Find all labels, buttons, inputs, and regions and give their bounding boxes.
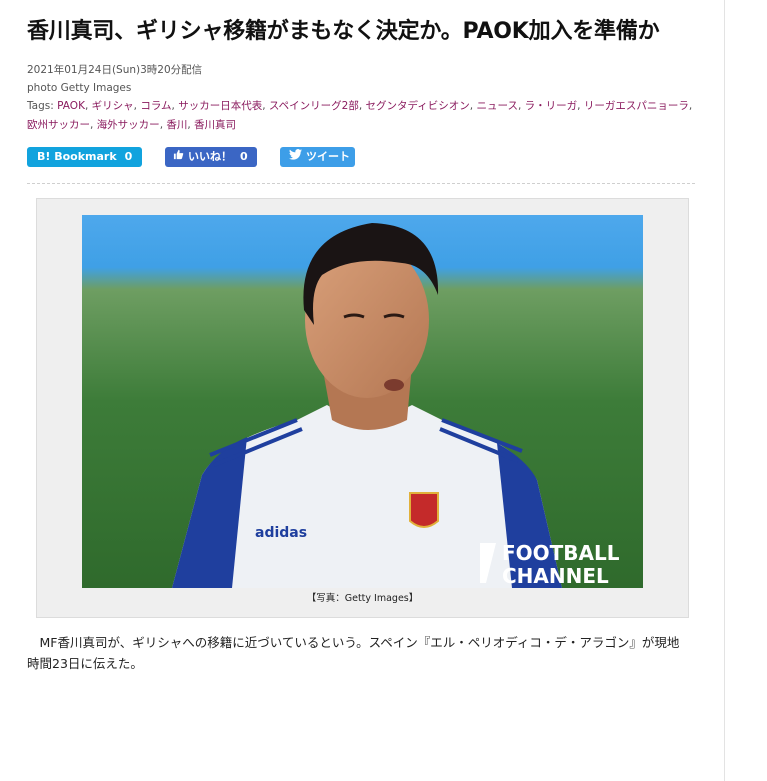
image-caption: 【写真：Getty Images】 (306, 593, 419, 604)
tag-link[interactable]: セグンタディビシオン (366, 100, 470, 112)
watermark-line2: CHANNEL (502, 564, 609, 588)
hatena-count: 0 (124, 150, 133, 163)
facebook-like-button[interactable]: いいね！ 0 (165, 147, 257, 167)
tag-link[interactable]: リーガエスパニョーラ (584, 100, 689, 112)
article-meta: 2021年01月24日(Sun)3時20分配信 photo Getty Imag… (27, 61, 695, 97)
tag-link[interactable]: 海外サッカー (97, 119, 160, 131)
tag-link[interactable]: コラム (140, 100, 171, 112)
hatena-label: B! Bookmark (37, 150, 117, 163)
tag-link[interactable]: ラ・リーガ (525, 100, 578, 112)
like-label: いいね！ (188, 150, 232, 163)
share-buttons: B! Bookmark 0 いいね！ 0 ツイート (27, 147, 695, 167)
publish-date: 2021年01月24日(Sun)3時20分配信 (27, 64, 203, 76)
section-divider (27, 183, 695, 184)
tag-link[interactable]: スペインリーグ2部 (269, 100, 359, 112)
tag-link[interactable]: PAOK (57, 100, 85, 112)
twitter-bird-icon (289, 147, 302, 167)
tag-link[interactable]: ギリシャ (92, 100, 134, 112)
tag-link[interactable]: 香川 (166, 119, 187, 131)
watermark-line1: FOOTBALL (502, 541, 620, 565)
photo-credit: photo Getty Images (27, 82, 132, 94)
tag-link[interactable]: ニュース (476, 100, 517, 112)
like-count: 0 (240, 150, 248, 163)
jersey-brand: adidas (255, 525, 307, 541)
thumbs-up-icon (173, 147, 184, 167)
article: 香川真司、ギリシャ移籍がまもなく決定か。PAOK加入を準備か 2021年01月2… (27, 0, 695, 687)
article-photo: adidas FOOTBALL CHANNEL (82, 215, 643, 588)
tag-list: Tags: PAOK, ギリシャ, コラム, サッカー日本代表, スペインリーグ… (27, 100, 693, 131)
article-title: 香川真司、ギリシャ移籍がまもなく決定か。PAOK加入を準備か (27, 19, 660, 44)
hatena-bookmark-button[interactable]: B! Bookmark 0 (27, 147, 142, 167)
tag-link[interactable]: 欧州サッカー (27, 119, 90, 131)
article-body: MF香川真司が、ギリシャへの移籍に近づいているという。スペイン『エル・ペリオディ… (27, 635, 680, 671)
tweet-label: ツイート (306, 150, 350, 163)
tag-link[interactable]: サッカー日本代表 (178, 100, 262, 112)
tag-link[interactable]: 香川真司 (194, 119, 236, 131)
article-image-box: adidas FOOTBALL CHANNEL 【写真：Getty Images… (36, 198, 689, 618)
tags-label: Tags: (27, 100, 54, 112)
page-right-border (724, 0, 725, 781)
tweet-button[interactable]: ツイート (280, 147, 355, 167)
